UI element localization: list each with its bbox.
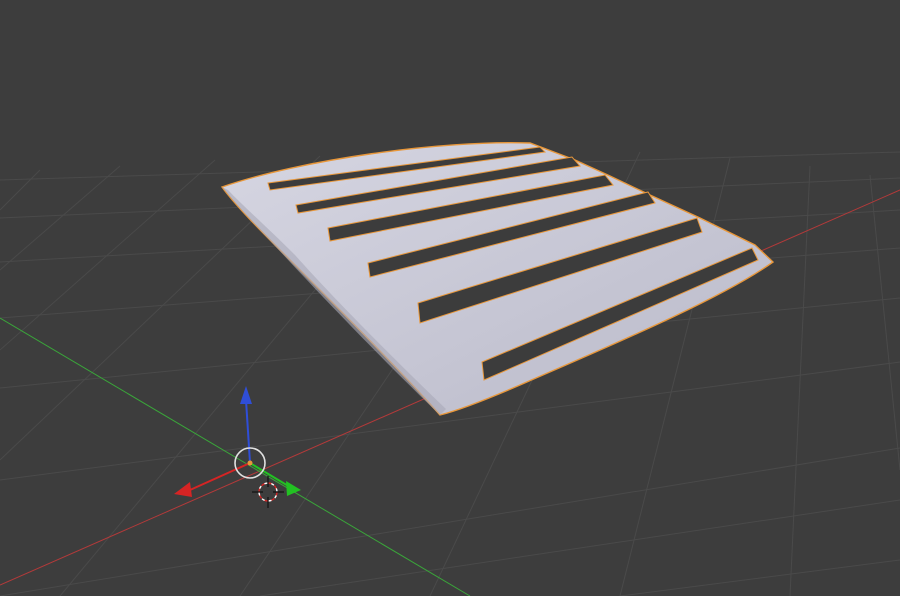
louver-panel[interactable] [220,142,775,416]
gizmo-z-arrow[interactable] [240,386,252,404]
gizmo-x-arrow[interactable] [174,482,192,497]
gizmo-y-arrow[interactable] [286,481,301,496]
object-origin-icon [247,460,253,466]
viewport-scene[interactable] [0,0,900,596]
3d-viewport[interactable] [0,0,900,596]
